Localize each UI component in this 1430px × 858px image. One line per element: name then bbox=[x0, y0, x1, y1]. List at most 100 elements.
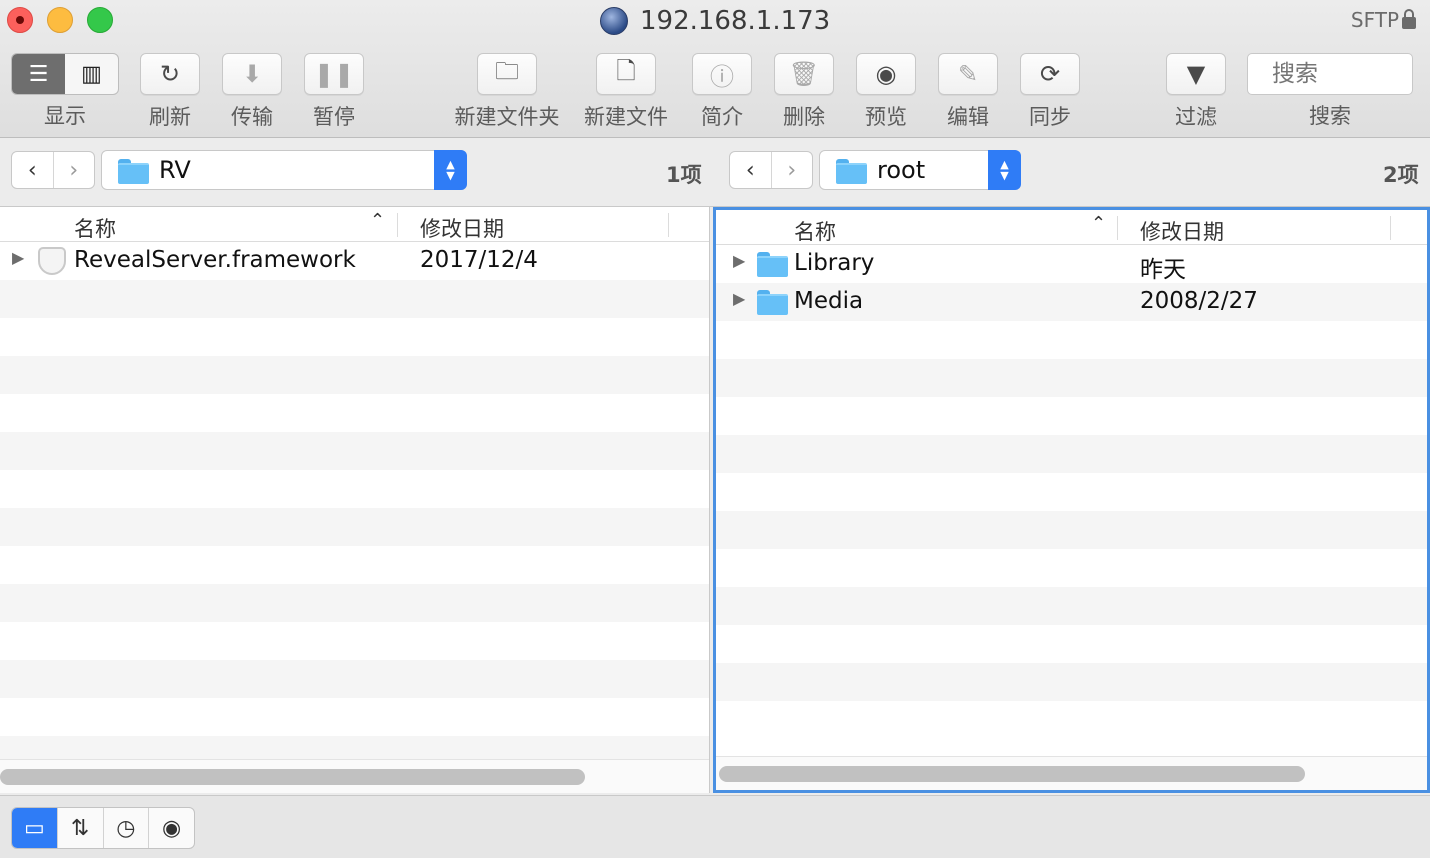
refresh-tool: ↻ 刷新 bbox=[138, 53, 202, 131]
sort-ascending-icon: ⌃ bbox=[370, 210, 386, 231]
file-name: RevealServer.framework bbox=[74, 247, 356, 273]
right-back-button[interactable]: ‹ bbox=[730, 152, 771, 188]
globe-icon bbox=[600, 7, 628, 35]
horizontal-scrollbar[interactable] bbox=[716, 756, 1427, 790]
column-divider[interactable] bbox=[668, 213, 669, 237]
remote-file-pane: 名称 ⌃ 修改日期 ▶ Library 昨天 ▶ Media 2008/2/27 bbox=[713, 207, 1430, 793]
table-header: 名称 ⌃ 修改日期 bbox=[716, 210, 1427, 245]
dual-pane-button[interactable]: ▭ bbox=[12, 808, 57, 848]
history-button[interactable]: ◷ bbox=[102, 808, 149, 848]
name-column-header[interactable]: 名称 bbox=[74, 213, 116, 243]
edit-button[interactable]: ✎ bbox=[938, 53, 998, 95]
scrollbar-thumb[interactable] bbox=[0, 769, 585, 785]
table-row[interactable]: ▶ RevealServer.framework 2017/12/4 bbox=[0, 242, 709, 280]
horizontal-scrollbar[interactable] bbox=[0, 759, 709, 793]
folder-icon bbox=[836, 158, 867, 184]
date-column-header[interactable]: 修改日期 bbox=[420, 213, 504, 243]
folder-icon bbox=[118, 158, 149, 184]
new-folder-tool: 🗀 新建文件夹 bbox=[445, 53, 569, 131]
preview-eye-icon: ◉ bbox=[162, 815, 182, 841]
toolbar: 192.168.1.173 SFTP ☰ ▥ 显示 ↻ 刷新 ⬇ 传输 ❚❚ 暂… bbox=[0, 0, 1430, 138]
display-label: 显示 bbox=[44, 104, 86, 128]
minimize-window-button[interactable] bbox=[47, 7, 73, 33]
filter-button[interactable]: ▼ bbox=[1166, 53, 1226, 95]
search-input[interactable] bbox=[1247, 53, 1413, 95]
refresh-button[interactable]: ↻ bbox=[140, 53, 200, 95]
pause-label: 暂停 bbox=[313, 105, 355, 129]
table-header: 名称 ⌃ 修改日期 bbox=[0, 207, 709, 242]
column-divider[interactable] bbox=[1390, 216, 1391, 240]
protocol-label: SFTP bbox=[1350, 8, 1399, 32]
new-file-button[interactable]: 🗋 bbox=[596, 53, 656, 95]
right-history-nav: ‹ › bbox=[729, 151, 813, 189]
refresh-label: 刷新 bbox=[149, 105, 191, 129]
column-view-button[interactable]: ▥ bbox=[65, 54, 118, 94]
display-mode-segmented-control: ☰ ▥ bbox=[11, 53, 119, 95]
path-bar: ‹ › RV ▲ ▼ 1项 ‹ › root ▲ ▼ 2项 bbox=[0, 139, 1430, 207]
preview-button[interactable]: ◉ bbox=[856, 53, 916, 95]
sftp-client-window: 192.168.1.173 SFTP ☰ ▥ 显示 ↻ 刷新 ⬇ 传输 ❚❚ 暂… bbox=[0, 0, 1430, 858]
delete-tool: 🗑 删除 bbox=[772, 53, 836, 131]
new-folder-button[interactable]: 🗀 bbox=[477, 53, 537, 95]
zoom-window-button[interactable] bbox=[87, 7, 113, 33]
preview-pane-button[interactable]: ◉ bbox=[148, 808, 194, 848]
local-file-pane: 名称 ⌃ 修改日期 ▶ RevealServer.framework 2017/… bbox=[0, 207, 710, 793]
transfer-label: 传输 bbox=[231, 105, 273, 129]
disclosure-triangle-icon[interactable]: ▶ bbox=[12, 248, 24, 267]
pause-icon: ❚❚ bbox=[313, 60, 355, 88]
name-column-header[interactable]: 名称 bbox=[794, 216, 836, 246]
new-folder-icon: 🗀 bbox=[495, 56, 519, 85]
close-window-button[interactable] bbox=[7, 7, 33, 33]
file-list: ▶ Library 昨天 ▶ Media 2008/2/27 bbox=[716, 245, 1427, 739]
transfer-arrows-icon: ⇅ bbox=[70, 815, 90, 841]
pause-button[interactable]: ❚❚ bbox=[304, 53, 364, 95]
new-file-icon: 🗋 bbox=[616, 56, 636, 85]
table-row[interactable]: ▶ Library 昨天 bbox=[716, 245, 1427, 283]
bottom-bar: ▭ ⇅ ◷ ◉ bbox=[0, 795, 1430, 858]
sync-tool: ⟳ 同步 bbox=[1018, 53, 1082, 131]
left-path-selector[interactable]: RV ▲ ▼ bbox=[101, 150, 467, 190]
framework-icon bbox=[38, 247, 66, 281]
transfers-button[interactable]: ⇅ bbox=[56, 808, 103, 848]
new-file-tool: 🗋 新建文件 bbox=[576, 53, 676, 131]
date-column-header[interactable]: 修改日期 bbox=[1140, 216, 1224, 246]
chevron-right-icon: › bbox=[69, 157, 79, 183]
transfer-button[interactable]: ⬇ bbox=[222, 53, 282, 95]
lock-icon bbox=[1402, 9, 1416, 29]
list-view-button[interactable]: ☰ bbox=[12, 54, 65, 94]
up-down-stepper-icon: ▲ ▼ bbox=[988, 150, 1021, 190]
table-row[interactable]: ▶ Media 2008/2/27 bbox=[716, 283, 1427, 321]
left-path-label: RV bbox=[159, 156, 191, 184]
history-clock-icon: ◷ bbox=[116, 815, 136, 841]
download-arrow-icon: ⬇ bbox=[241, 60, 263, 88]
column-divider[interactable] bbox=[397, 213, 398, 237]
file-name: Media bbox=[794, 288, 864, 314]
right-path-selector[interactable]: root ▲ ▼ bbox=[819, 150, 1021, 190]
preview-label: 预览 bbox=[865, 105, 907, 129]
sync-button[interactable]: ⟳ bbox=[1020, 53, 1080, 95]
scrollbar-thumb[interactable] bbox=[719, 766, 1305, 782]
new-file-label: 新建文件 bbox=[584, 105, 668, 129]
right-forward-button[interactable]: › bbox=[770, 152, 813, 188]
disclosure-triangle-icon[interactable]: ▶ bbox=[733, 289, 745, 308]
filter-label: 过滤 bbox=[1175, 105, 1217, 129]
left-back-button[interactable]: ‹ bbox=[12, 152, 53, 188]
left-item-count: 1项 bbox=[666, 163, 702, 187]
delete-label: 删除 bbox=[783, 105, 825, 129]
delete-button[interactable]: 🗑 bbox=[774, 53, 834, 95]
funnel-icon: ▼ bbox=[1186, 60, 1206, 88]
preview-tool: ◉ 预览 bbox=[854, 53, 918, 131]
search-label: 搜索 bbox=[1309, 104, 1351, 128]
left-forward-button[interactable]: › bbox=[52, 152, 95, 188]
chevron-right-icon: › bbox=[787, 157, 797, 183]
column-divider[interactable] bbox=[1117, 216, 1118, 240]
folder-icon bbox=[757, 290, 788, 319]
list-icon: ☰ bbox=[28, 61, 49, 87]
file-date: 2017/12/4 bbox=[420, 247, 538, 273]
window-title: 192.168.1.173 bbox=[600, 4, 830, 38]
disclosure-triangle-icon[interactable]: ▶ bbox=[733, 251, 745, 270]
file-list: ▶ RevealServer.framework 2017/12/4 bbox=[0, 242, 709, 774]
right-item-count: 2项 bbox=[1383, 163, 1419, 187]
protocol-indicator: SFTP bbox=[1351, 8, 1416, 32]
info-button[interactable]: ⓘ bbox=[692, 53, 752, 95]
